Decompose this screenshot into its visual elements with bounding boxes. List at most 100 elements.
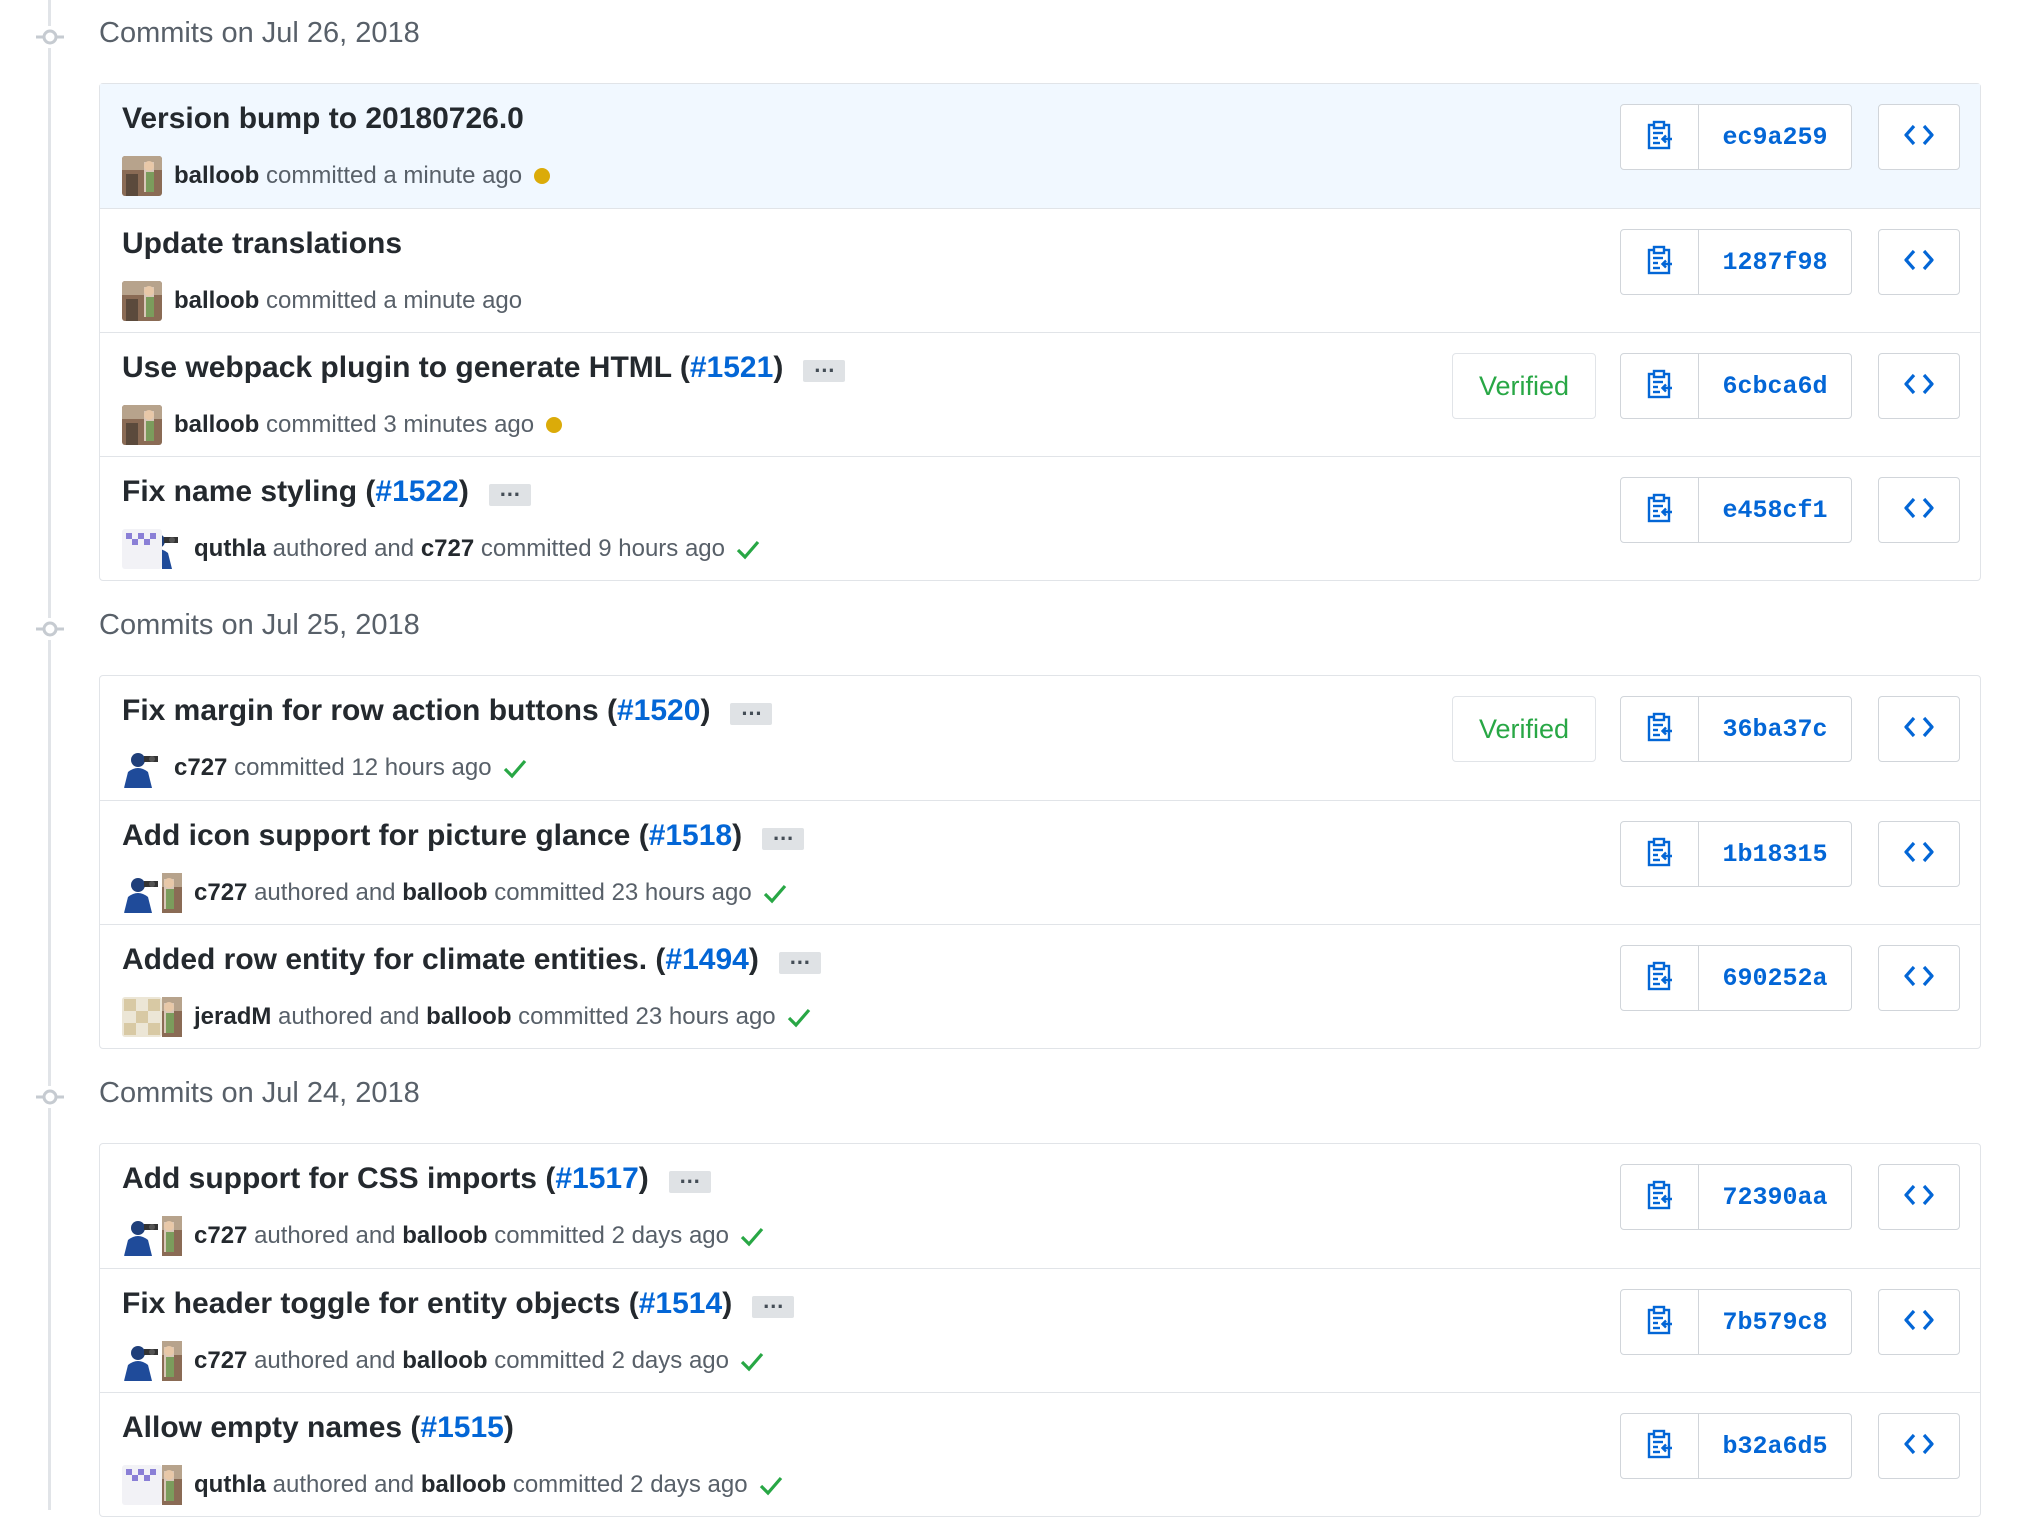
copy-sha-button[interactable]: [1621, 822, 1699, 886]
pull-request-link[interactable]: #1521: [690, 351, 773, 384]
browse-repo-button[interactable]: [1878, 1413, 1960, 1479]
browse-repo-button[interactable]: [1878, 945, 1960, 1011]
author-link[interactable]: quthla: [194, 535, 266, 563]
commit-title-text[interactable]: Update translations: [122, 227, 402, 260]
browse-repo-button[interactable]: [1878, 229, 1960, 295]
check-icon[interactable]: [786, 1005, 812, 1029]
ellipsis-icon[interactable]: …: [803, 354, 846, 382]
author-link[interactable]: c727: [174, 754, 227, 782]
check-icon[interactable]: [502, 756, 528, 780]
committer-link[interactable]: balloob: [402, 1347, 487, 1375]
author-link[interactable]: jeradM: [194, 1003, 271, 1031]
check-icon[interactable]: [758, 1473, 784, 1497]
ellipsis-icon[interactable]: …: [730, 697, 773, 725]
check-icon[interactable]: [762, 881, 788, 905]
pull-request-link[interactable]: #1518: [649, 819, 732, 852]
pull-request-link[interactable]: #1522: [375, 475, 458, 508]
commit-title-text[interactable]: Version bump to 20180726.0: [122, 102, 524, 135]
ellipsis-icon[interactable]: …: [488, 478, 531, 506]
committer-link[interactable]: balloob: [402, 1222, 487, 1250]
commit-sha-link[interactable]: b32a6d5: [1699, 1414, 1851, 1478]
author-link[interactable]: c727: [194, 1222, 247, 1250]
author-link[interactable]: balloob: [174, 411, 259, 439]
ellipsis-icon[interactable]: …: [778, 946, 821, 974]
copy-sha-button[interactable]: [1621, 478, 1699, 542]
browse-repo-button[interactable]: [1878, 104, 1960, 170]
commit-title-text[interactable]: Add icon support for picture glance (: [122, 819, 649, 852]
commit-title-text[interactable]: Fix header toggle for entity objects (: [122, 1287, 639, 1320]
ellipsis-icon[interactable]: …: [762, 822, 805, 850]
copy-sha-button[interactable]: [1621, 354, 1699, 418]
commit-sha-link[interactable]: 72390aa: [1699, 1165, 1851, 1229]
commit-sha-link[interactable]: 7b579c8: [1699, 1290, 1851, 1354]
pull-request-link[interactable]: #1517: [555, 1162, 638, 1195]
copy-sha-button[interactable]: [1621, 1290, 1699, 1354]
browse-repo-button[interactable]: [1878, 1164, 1960, 1230]
avatar[interactable]: [122, 1341, 162, 1381]
ellipsis-icon[interactable]: …: [752, 1290, 795, 1318]
committer-link[interactable]: c727: [421, 535, 474, 563]
verified-badge[interactable]: Verified: [1452, 696, 1596, 762]
avatar[interactable]: [122, 1216, 162, 1256]
commit-time-text: committed 2 days ago: [512, 1471, 748, 1498]
commit-sha-link[interactable]: 36ba37c: [1699, 697, 1851, 761]
pull-request-link[interactable]: #1520: [617, 694, 700, 727]
browse-repo-button[interactable]: [1878, 696, 1960, 762]
author-link[interactable]: c727: [194, 1347, 247, 1375]
avatar[interactable]: [162, 529, 182, 569]
browse-repo-button[interactable]: [1878, 1289, 1960, 1355]
copy-sha-button[interactable]: [1621, 946, 1699, 1010]
avatar[interactable]: [122, 748, 162, 788]
author-link[interactable]: balloob: [174, 287, 259, 315]
browse-repo-button[interactable]: [1878, 353, 1960, 419]
check-icon[interactable]: [735, 537, 761, 561]
pending-dot-icon[interactable]: [534, 168, 551, 184]
check-icon[interactable]: [739, 1349, 765, 1373]
commit-sha-group: 7b579c8: [1620, 1289, 1852, 1355]
committer-link[interactable]: balloob: [421, 1471, 506, 1499]
ellipsis-icon[interactable]: …: [668, 1165, 711, 1193]
commit-title-text[interactable]: Added row entity for climate entities. (: [122, 943, 665, 976]
avatar[interactable]: [122, 156, 162, 196]
avatar[interactable]: [162, 997, 182, 1037]
browse-repo-button[interactable]: [1878, 821, 1960, 887]
committer-link[interactable]: balloob: [426, 1003, 511, 1031]
copy-sha-button[interactable]: [1621, 1165, 1699, 1229]
copy-sha-button[interactable]: [1621, 230, 1699, 294]
avatar[interactable]: [122, 997, 162, 1037]
committer-link[interactable]: balloob: [402, 879, 487, 907]
commit-sha-link[interactable]: 6cbca6d: [1699, 354, 1851, 418]
avatar[interactable]: [162, 873, 182, 913]
author-link[interactable]: balloob: [174, 162, 259, 190]
avatar[interactable]: [122, 873, 162, 913]
commit-sha-link[interactable]: 690252a: [1699, 946, 1851, 1010]
commit-sha-link[interactable]: e458cf1: [1699, 478, 1851, 542]
pull-request-link[interactable]: #1494: [665, 943, 748, 976]
author-link[interactable]: c727: [194, 879, 247, 907]
commit-title-text[interactable]: Fix name styling (: [122, 475, 375, 508]
commit-sha-link[interactable]: ec9a259: [1699, 105, 1851, 169]
avatar[interactable]: [122, 405, 162, 445]
author-link[interactable]: quthla: [194, 1471, 266, 1499]
copy-sha-button[interactable]: [1621, 105, 1699, 169]
avatar[interactable]: [122, 281, 162, 321]
commit-title-text[interactable]: Fix margin for row action buttons (: [122, 694, 617, 727]
verified-badge[interactable]: Verified: [1452, 353, 1596, 419]
avatar[interactable]: [162, 1465, 182, 1505]
commit-sha-link[interactable]: 1b18315: [1699, 822, 1851, 886]
commit-title-text[interactable]: Use webpack plugin to generate HTML (: [122, 351, 690, 384]
pull-request-link[interactable]: #1515: [420, 1411, 503, 1444]
copy-sha-button[interactable]: [1621, 1414, 1699, 1478]
pull-request-link[interactable]: #1514: [639, 1287, 722, 1320]
avatar[interactable]: [162, 1216, 182, 1256]
pending-dot-icon[interactable]: [546, 417, 563, 433]
commit-title-text[interactable]: Allow empty names (: [122, 1411, 420, 1444]
avatar[interactable]: [162, 1341, 182, 1381]
copy-sha-button[interactable]: [1621, 697, 1699, 761]
browse-repo-button[interactable]: [1878, 477, 1960, 543]
check-icon[interactable]: [739, 1224, 765, 1248]
commit-sha-link[interactable]: 1287f98: [1699, 230, 1851, 294]
avatar[interactable]: [122, 1465, 162, 1505]
avatar[interactable]: [122, 529, 162, 569]
commit-title-text[interactable]: Add support for CSS imports (: [122, 1162, 555, 1195]
